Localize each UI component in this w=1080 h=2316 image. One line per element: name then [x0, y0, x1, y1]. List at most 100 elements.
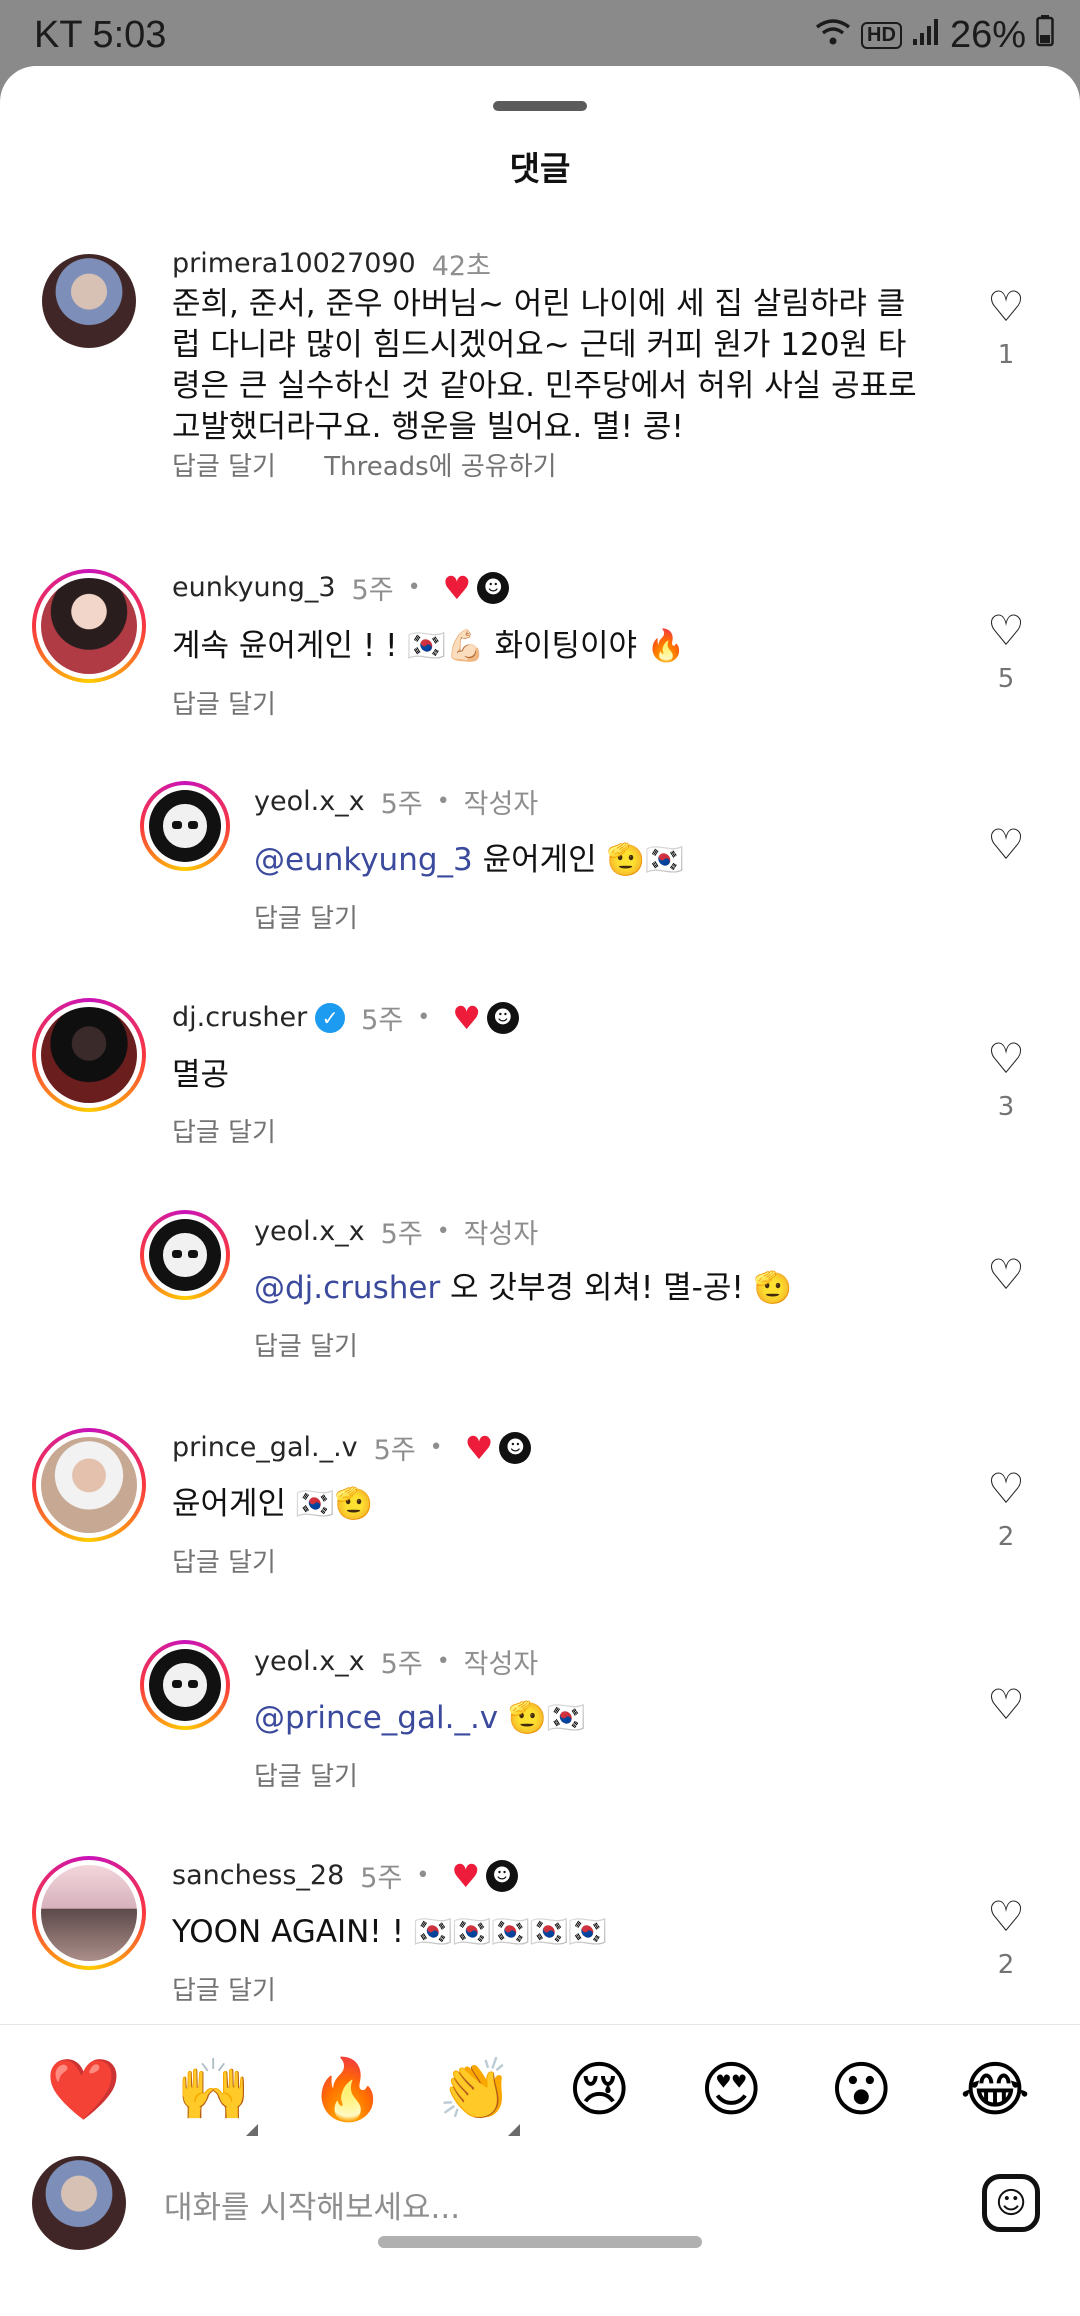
- comment-meta: sanchess_28 5주 • ♥ ☻: [172, 1856, 518, 1895]
- mention-link[interactable]: @eunkyung_3: [254, 842, 473, 878]
- comment-input[interactable]: 대화를 시작해보세요...: [164, 2182, 460, 2227]
- sheet-drag-handle[interactable]: [493, 101, 587, 111]
- reply-button[interactable]: 답글 달기: [172, 1118, 276, 1148]
- comment-meta: yeol.x_x 5주 • 작성자: [254, 782, 538, 821]
- comment-body: 오 갓부경 외쳐! 멸-공! 🫡: [440, 1270, 793, 1306]
- story-ring: [32, 1428, 146, 1542]
- comment-time: 5주: [380, 789, 423, 820]
- comment-meta: yeol.x_x 5주 • 작성자: [254, 1212, 538, 1251]
- comments-sheet: 댓글 primera10027090 42초 준희, 준서, 준우 아버님~ 어…: [0, 66, 1080, 2316]
- heart-outline-icon[interactable]: ♡: [976, 1684, 1036, 1726]
- comment-body: 윤어게인 🫡🇰🇷: [472, 842, 684, 878]
- heart-outline-icon[interactable]: ♡: [976, 286, 1036, 328]
- reply-button[interactable]: 답글 달기: [254, 1332, 358, 1362]
- emoji-heart-eyes[interactable]: 😍: [700, 2060, 763, 2120]
- emoji-crying[interactable]: 😢: [568, 2060, 631, 2120]
- emoji-clap[interactable]: 👏: [438, 2060, 513, 2120]
- comment-time: 5주: [351, 575, 394, 606]
- comment-body: 🫡🇰🇷: [498, 1700, 586, 1736]
- comment-time: 5주: [380, 1219, 423, 1250]
- like-count: 2: [997, 1950, 1015, 1980]
- comment-actions: 답글 달기: [254, 1756, 398, 1793]
- heart-outline-icon[interactable]: ♡: [976, 1896, 1036, 1938]
- comment-actions: 답글 달기: [172, 684, 316, 721]
- skin-tone-caret-icon[interactable]: [246, 2124, 258, 2136]
- mention-link[interactable]: @prince_gal._.v: [254, 1700, 498, 1736]
- heart-outline-icon[interactable]: ♡: [976, 1254, 1036, 1296]
- like-control: ♡: [976, 1684, 1036, 1726]
- emoji-joy[interactable]: 😂: [960, 2060, 1030, 2120]
- sticker-icon[interactable]: ☺: [982, 2174, 1040, 2232]
- author-badge: 작성자: [463, 1649, 539, 1680]
- heart-outline-icon[interactable]: ♡: [976, 1038, 1036, 1080]
- username[interactable]: dj.crusher: [172, 1002, 307, 1033]
- comment-meta: prince_gal._.v 5주 • ♥ ☻: [172, 1428, 532, 1467]
- comment-meta: primera10027090 42초: [172, 244, 491, 283]
- username[interactable]: prince_gal._.v: [172, 1432, 358, 1463]
- username[interactable]: eunkyung_3: [172, 572, 336, 603]
- reply-button[interactable]: 답글 달기: [172, 1548, 276, 1578]
- avatar[interactable]: [42, 254, 136, 348]
- avatar[interactable]: [41, 1865, 137, 1961]
- avatar[interactable]: [149, 790, 221, 862]
- emoji-heart[interactable]: ❤️: [46, 2060, 121, 2120]
- reply-button[interactable]: 답글 달기: [254, 904, 358, 934]
- reply-button[interactable]: 답글 달기: [172, 1976, 276, 2006]
- heart-outline-icon[interactable]: ♡: [976, 1468, 1036, 1510]
- like-count: 1: [997, 340, 1015, 370]
- avatar[interactable]: [149, 1219, 221, 1291]
- my-avatar: [32, 2156, 126, 2250]
- comment-meta: eunkyung_3 5주 • ♥ ☻: [172, 568, 510, 607]
- comment-meta: dj.crusher ✓ 5주 • ♥ ☻: [172, 998, 519, 1037]
- comment-time: 5주: [380, 1649, 423, 1680]
- comment-text: @prince_gal._.v 🫡🇰🇷: [254, 1698, 934, 1739]
- reply-button[interactable]: 답글 달기: [172, 690, 276, 720]
- skin-tone-caret-icon[interactable]: [508, 2124, 520, 2136]
- comment-time: 5주: [373, 1435, 416, 1466]
- story-ring: [32, 998, 146, 1112]
- like-control: ♡ 2: [976, 1468, 1036, 1553]
- comment-time: 42초: [431, 251, 491, 282]
- home-indicator[interactable]: [378, 2236, 702, 2248]
- comment-text: 멸공: [172, 1057, 230, 1093]
- mention-link[interactable]: @dj.crusher: [254, 1270, 440, 1306]
- comment-actions: 답글 달기: [172, 1970, 316, 2007]
- reply-button[interactable]: 답글 달기: [172, 452, 276, 482]
- story-ring: [32, 569, 146, 683]
- reply-button[interactable]: 답글 달기: [254, 1762, 358, 1792]
- battery-icon: [1036, 14, 1054, 57]
- emoji-fire[interactable]: 🔥: [310, 2060, 385, 2120]
- comment-time: 5주: [361, 1005, 404, 1036]
- like-count: 2: [997, 1522, 1015, 1552]
- avatar[interactable]: [41, 1437, 137, 1533]
- sheet-title: 댓글: [509, 149, 571, 188]
- username[interactable]: sanchess_28: [172, 1860, 344, 1891]
- status-time: KT 5:03: [34, 14, 167, 56]
- like-count: 5: [997, 664, 1015, 694]
- username[interactable]: primera10027090: [172, 248, 416, 279]
- heart-outline-icon[interactable]: ♡: [976, 610, 1036, 652]
- heart-outline-icon[interactable]: ♡: [976, 824, 1036, 866]
- emoji-raised-hands[interactable]: 🙌: [176, 2060, 251, 2120]
- wifi-icon: [815, 14, 851, 57]
- author-liked-avatar: ☻: [486, 1859, 518, 1892]
- username[interactable]: yeol.x_x: [254, 1216, 365, 1247]
- emoji-surprised[interactable]: 😮: [830, 2060, 893, 2120]
- share-threads-button[interactable]: Threads에 공유하기: [324, 452, 556, 482]
- author-liked-avatar: ☻: [499, 1431, 532, 1464]
- comment-text: @eunkyung_3 윤어게인 🫡🇰🇷: [254, 840, 934, 881]
- like-control: ♡ 3: [976, 1038, 1036, 1123]
- comment-meta: yeol.x_x 5주 • 작성자: [254, 1642, 538, 1681]
- avatar[interactable]: [41, 578, 137, 674]
- username[interactable]: yeol.x_x: [254, 1646, 365, 1677]
- separator-dot: •: [436, 789, 450, 814]
- avatar[interactable]: [149, 1649, 221, 1721]
- author-badge: 작성자: [463, 789, 539, 820]
- author-liked-avatar: ☻: [477, 571, 510, 604]
- comment-text: YOON AGAIN! ! 🇰🇷🇰🇷🇰🇷🇰🇷🇰🇷: [172, 1914, 607, 1950]
- verified-badge-icon: ✓: [315, 1002, 346, 1033]
- avatar[interactable]: [41, 1007, 137, 1103]
- author-badge: 작성자: [463, 1219, 539, 1250]
- username[interactable]: yeol.x_x: [254, 786, 365, 817]
- comment-actions: 답글 달기: [172, 1542, 316, 1579]
